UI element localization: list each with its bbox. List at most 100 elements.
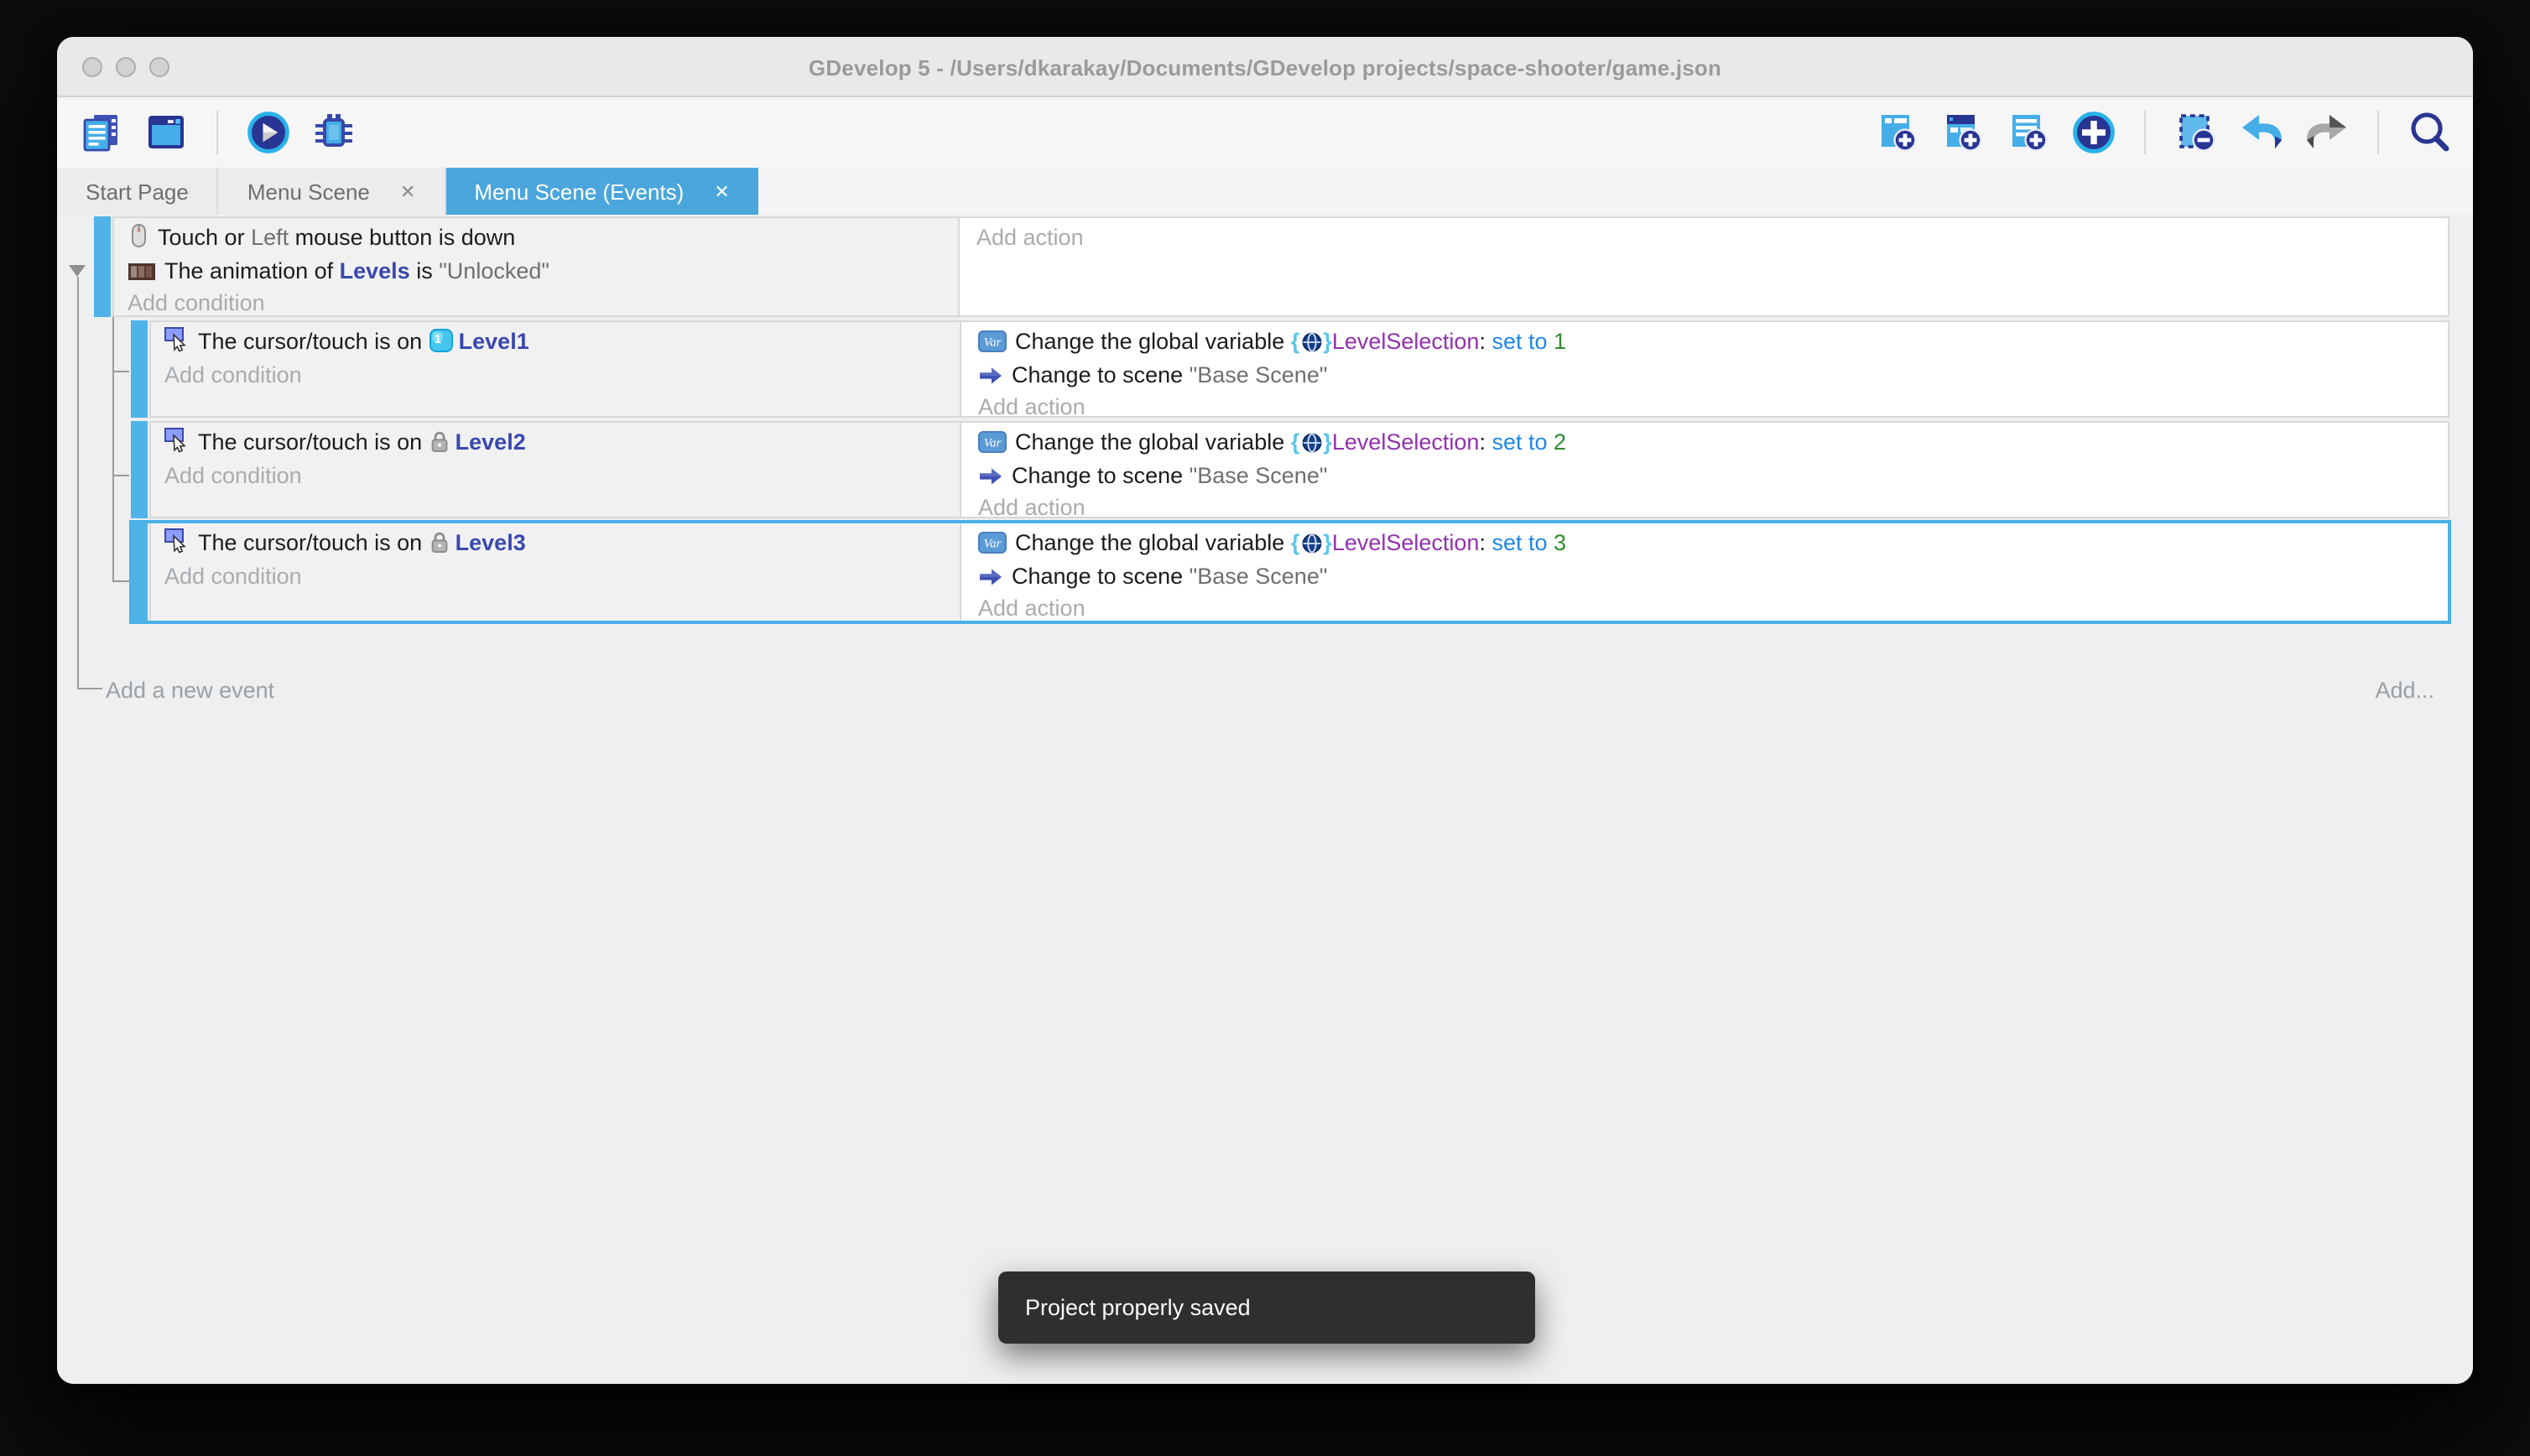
add-event-button[interactable] xyxy=(1874,109,1921,156)
action-text: Change the global variable xyxy=(1015,530,1291,555)
variable-icon: Var xyxy=(978,532,1007,554)
cursor-on-icon xyxy=(164,428,190,453)
event-row-level2[interactable]: The cursor/touch is on Level2 Add condit… xyxy=(131,421,2449,518)
action-line[interactable]: Change to scene "Base Scene" xyxy=(978,459,2431,491)
toolbar-divider xyxy=(2144,111,2146,154)
tab-bar-empty-space xyxy=(758,168,2473,215)
tab-menu-scene-events[interactable]: Menu Scene (Events) ✕ xyxy=(445,168,757,215)
lock-icon xyxy=(430,530,450,554)
object-name: Level2 xyxy=(456,429,526,455)
action-text: Change to scene xyxy=(1012,361,1190,387)
condition-line[interactable]: The cursor/touch is on Level2 xyxy=(164,426,946,459)
variable-name: LevelSelection xyxy=(1332,429,1480,455)
add-condition-button[interactable]: Add condition xyxy=(164,459,946,491)
toolbar xyxy=(57,97,2473,168)
animation-icon xyxy=(128,261,156,281)
action-text: : xyxy=(1479,429,1491,455)
actions-column: Var Change the global variable { }LevelS… xyxy=(961,523,2448,621)
add-comment-button[interactable] xyxy=(2005,109,2052,156)
condition-line[interactable]: The cursor/touch is on 1 Level1 xyxy=(164,325,946,358)
event-body: Touch or Left mouse button is down The a… xyxy=(112,216,2449,317)
undo-button[interactable] xyxy=(2238,109,2285,156)
add-condition-button[interactable]: Add condition xyxy=(164,559,946,592)
toast-notification: Project properly saved xyxy=(998,1271,1535,1344)
action-line[interactable]: Change to scene "Base Scene" xyxy=(978,358,2431,391)
add-action-button[interactable]: Add action xyxy=(976,221,2431,254)
svg-text:Var: Var xyxy=(984,538,1002,551)
globe-icon xyxy=(1301,533,1321,554)
condition-param: Left xyxy=(251,225,289,250)
variable-icon: Var xyxy=(978,431,1007,453)
tree-line xyxy=(112,580,129,582)
conditions-column: The cursor/touch is on Level2 Add condit… xyxy=(151,423,961,517)
cursor-on-icon xyxy=(164,528,190,554)
preview-button[interactable] xyxy=(245,109,292,156)
toast-message: Project properly saved xyxy=(1025,1295,1251,1320)
condition-line[interactable]: The cursor/touch is on Level3 xyxy=(164,527,946,559)
project-manager-button[interactable] xyxy=(77,109,124,156)
tree-line xyxy=(77,277,79,688)
collapse-event-arrow-icon[interactable] xyxy=(69,265,86,277)
operator-text: set to xyxy=(1491,329,1554,354)
play-icon xyxy=(245,107,292,158)
delete-selection-button[interactable] xyxy=(2173,109,2220,156)
search-button[interactable] xyxy=(2406,109,2453,156)
action-line[interactable]: Change to scene "Base Scene" xyxy=(978,559,2431,592)
event-row-level1[interactable]: The cursor/touch is on 1 Level1 Add cond… xyxy=(131,320,2449,418)
condition-text: The cursor/touch is on xyxy=(198,530,429,555)
toolbar-divider xyxy=(2377,111,2379,154)
tab-label: Menu Scene xyxy=(247,179,370,204)
globe-icon xyxy=(1301,433,1321,453)
condition-line[interactable]: Touch or Left mouse button is down xyxy=(128,221,945,254)
operator-text: set to xyxy=(1491,530,1554,555)
add-circle-icon xyxy=(2070,107,2117,158)
add-more-button[interactable] xyxy=(2070,109,2117,156)
tab-label: Menu Scene (Events) xyxy=(474,179,684,204)
variable-name: LevelSelection xyxy=(1332,530,1480,555)
add-condition-button[interactable]: Add condition xyxy=(164,358,946,391)
add-more-link[interactable]: Add... xyxy=(2375,677,2434,702)
action-text: : xyxy=(1479,530,1491,555)
tab-menu-scene[interactable]: Menu Scene ✕ xyxy=(219,168,445,215)
add-action-button[interactable]: Add action xyxy=(978,391,2431,416)
project-manager-icon xyxy=(77,109,124,156)
event-row-main[interactable]: Touch or Left mouse button is down The a… xyxy=(94,216,2449,317)
debug-button[interactable] xyxy=(310,109,357,156)
event-body: The cursor/touch is on Level2 Add condit… xyxy=(149,421,2449,518)
tab-close-icon[interactable]: ✕ xyxy=(400,180,415,202)
window-title: GDevelop 5 - /Users/dkarakay/Documents/G… xyxy=(57,55,2473,81)
event-selection-bar xyxy=(131,320,148,418)
event-selection-bar xyxy=(131,421,148,518)
svg-text:1: 1 xyxy=(435,332,441,346)
scene-name: "Base Scene" xyxy=(1190,462,1328,487)
action-line[interactable]: Var Change the global variable { }LevelS… xyxy=(978,426,2431,459)
add-condition-button[interactable]: Add condition xyxy=(128,287,945,315)
scene-name: "Base Scene" xyxy=(1190,361,1328,387)
add-action-button[interactable]: Add action xyxy=(978,592,2431,621)
change-scene-arrow-icon xyxy=(978,365,1003,385)
events-sheet: Touch or Left mouse button is down The a… xyxy=(57,215,2473,1384)
add-sub-event-button[interactable] xyxy=(1939,109,1986,156)
condition-text: The animation of xyxy=(164,257,340,283)
screenshot-stage: GDevelop 5 - /Users/dkarakay/Documents/G… xyxy=(0,0,2530,1456)
lock-icon xyxy=(430,429,450,453)
tab-label: Start Page xyxy=(86,179,189,204)
search-icon xyxy=(2406,109,2453,156)
condition-value: "Unlocked" xyxy=(439,257,549,283)
redo-button[interactable] xyxy=(2304,109,2350,156)
condition-line[interactable]: The animation of Levels is "Unlocked" xyxy=(128,254,945,287)
event-body: The cursor/touch is on 1 Level1 Add cond… xyxy=(149,320,2449,418)
action-line[interactable]: Var Change the global variable { }LevelS… xyxy=(978,325,2431,358)
add-new-event-button[interactable]: Add a new event xyxy=(106,677,274,702)
actions-column: Var Change the global variable { }LevelS… xyxy=(961,322,2448,416)
svg-text:Var: Var xyxy=(984,336,1002,350)
tab-close-icon[interactable]: ✕ xyxy=(714,180,729,202)
globe-icon xyxy=(1301,332,1321,352)
tree-line xyxy=(112,317,114,580)
value-number: 1 xyxy=(1554,329,1566,354)
tab-start-page[interactable]: Start Page xyxy=(57,168,219,215)
action-line[interactable]: Var Change the global variable { }LevelS… xyxy=(978,527,2431,559)
scene-editor-button[interactable] xyxy=(143,109,190,156)
add-action-button[interactable]: Add action xyxy=(978,491,2431,517)
event-row-level3[interactable]: The cursor/touch is on Level3 Add condit… xyxy=(131,522,2449,622)
